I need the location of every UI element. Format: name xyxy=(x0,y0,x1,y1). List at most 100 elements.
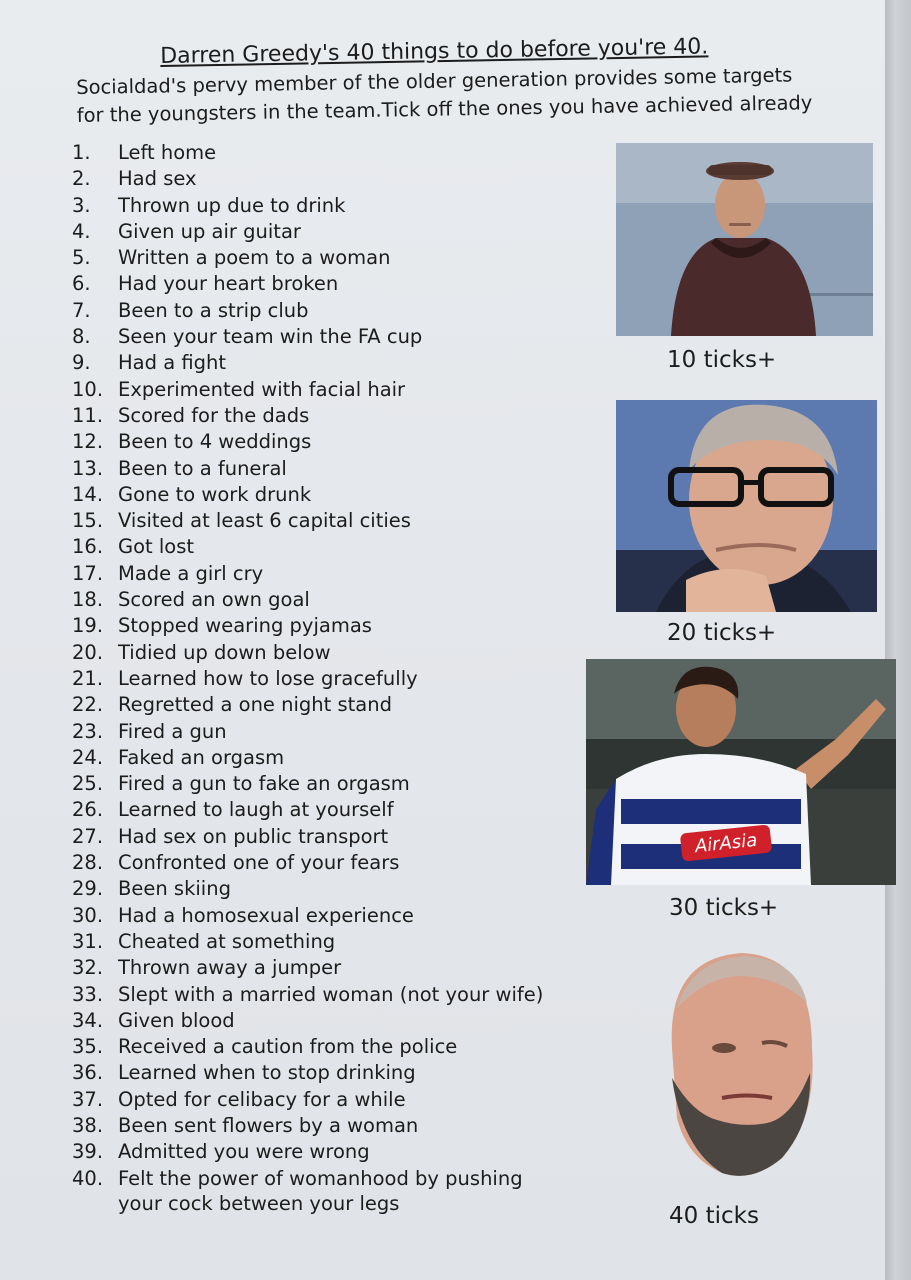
checklist-item: 9. Had a fight xyxy=(72,350,572,376)
item-number: 18. xyxy=(72,588,104,612)
item-text: Got lost xyxy=(118,535,195,559)
item-text: Faked an orgasm xyxy=(118,745,285,769)
checklist-item: 32. Thrown away a jumper xyxy=(72,955,572,981)
photo-10-ticks xyxy=(616,143,873,336)
checklist-item: 13. Been to a funeral xyxy=(72,456,572,482)
item-number: 23. xyxy=(72,719,104,743)
checklist-item: 6. Had your heart broken xyxy=(72,271,572,297)
item-number: 40. xyxy=(72,1166,104,1190)
item-text: Seen your team win the FA cup xyxy=(118,325,423,349)
item-text: Received a caution from the police xyxy=(118,1035,458,1059)
item-text: Tidied up down below xyxy=(118,640,331,664)
checklist-item: 15. Visited at least 6 capital cities xyxy=(72,508,572,534)
item-text: Been to a funeral xyxy=(118,456,287,480)
item-text: Been sent flowers by a woman xyxy=(118,1113,419,1137)
checklist-item: 24. Faked an orgasm xyxy=(72,745,572,771)
item-text: Fired a gun to fake an orgasm xyxy=(118,772,410,796)
checklist-item: 21. Learned how to lose gracefully xyxy=(72,666,572,692)
caption-10-ticks: 10 ticks+ xyxy=(667,347,777,373)
item-text: Made a girl cry xyxy=(118,561,264,585)
item-text: Confronted one of your fears xyxy=(118,851,400,875)
checklist-item: 33. Slept with a married woman (not your … xyxy=(72,982,572,1008)
checklist-item: 25. Fired a gun to fake an orgasm xyxy=(72,771,572,797)
item-text: Had sex on public transport xyxy=(118,824,389,848)
item-text: Written a poem to a woman xyxy=(118,246,391,270)
item-text: Scored an own goal xyxy=(118,588,310,612)
item-number: 14. xyxy=(72,482,104,506)
item-text: Regretted a one night stand xyxy=(118,693,392,717)
item-number: 9. xyxy=(72,351,91,375)
item-text: Been to a strip club xyxy=(118,298,309,322)
page-edge xyxy=(885,0,911,1280)
item-number: 26. xyxy=(72,798,104,822)
checklist-item: 11. Scored for the dads xyxy=(72,403,572,429)
item-text: Given up air guitar xyxy=(118,219,301,243)
checklist-item: 31. Cheated at something xyxy=(72,929,572,955)
item-text: Slept with a married woman (not your wif… xyxy=(118,982,544,1006)
checklist-item: 36. Learned when to stop drinking xyxy=(72,1060,572,1086)
item-number: 5. xyxy=(72,246,91,270)
caption-30-ticks: 30 ticks+ xyxy=(669,895,779,921)
checklist-item: 18. Scored an own goal xyxy=(72,587,572,613)
checklist-item: 2. Had sex xyxy=(72,166,572,192)
checklist-item: 3. Thrown up due to drink xyxy=(72,193,572,219)
item-text: Admitted you were wrong xyxy=(118,1140,370,1164)
checklist-item: 26. Learned to laugh at yourself xyxy=(72,797,572,823)
item-number: 25. xyxy=(72,772,104,796)
item-number: 11. xyxy=(72,403,104,427)
item-text: Felt the power of womanhood by pushing y… xyxy=(118,1166,523,1215)
checklist-item: 20. Tidied up down below xyxy=(72,640,572,666)
checklist-item: 40. Felt the power of womanhood by pushin… xyxy=(72,1166,572,1216)
item-number: 27. xyxy=(72,824,104,848)
checklist: 1. Left home 2. Had sex 3. Thrown up due to d… xyxy=(72,140,572,1216)
item-number: 8. xyxy=(72,325,91,349)
item-number: 38. xyxy=(72,1113,104,1137)
item-text: Gone to work drunk xyxy=(118,482,312,506)
item-text: Been skiing xyxy=(118,877,231,901)
checklist-item: 1. Left home xyxy=(72,140,572,166)
checklist-item: 35. Received a caution from the police xyxy=(72,1034,572,1060)
item-number: 10. xyxy=(72,377,104,401)
man-with-glasses-photo xyxy=(616,400,877,612)
photo-20-ticks xyxy=(616,400,877,612)
bearded-man-photo xyxy=(671,953,813,1176)
item-text: Given blood xyxy=(118,1008,235,1032)
item-number: 22. xyxy=(72,693,104,717)
item-number: 17. xyxy=(72,561,104,585)
item-text: Had sex xyxy=(118,167,197,191)
item-text: Had a fight xyxy=(118,351,227,375)
checklist-item: 39. Admitted you were wrong xyxy=(72,1139,572,1165)
checklist-item: 12. Been to 4 weddings xyxy=(72,429,572,455)
checklist-item: 10. Experimented with facial hair xyxy=(72,377,572,403)
item-text: Thrown up due to drink xyxy=(118,193,346,217)
man-in-cap-photo xyxy=(616,143,873,336)
item-number: 28. xyxy=(72,851,104,875)
item-number: 4. xyxy=(72,219,91,243)
checklist-item: 30. Had a homosexual experience xyxy=(72,903,572,929)
checklist-item: 14. Gone to work drunk xyxy=(72,482,572,508)
item-text: Had your heart broken xyxy=(118,272,339,296)
item-number: 6. xyxy=(72,272,91,296)
checklist-item: 17. Made a girl cry xyxy=(72,561,572,587)
item-text: Visited at least 6 capital cities xyxy=(118,509,411,533)
item-number: 20. xyxy=(72,640,104,664)
checklist-item: 38. Been sent flowers by a woman xyxy=(72,1113,572,1139)
photo-40-ticks xyxy=(652,948,820,1180)
item-number: 19. xyxy=(72,614,104,638)
item-number: 36. xyxy=(72,1061,104,1085)
item-number: 15. xyxy=(72,509,104,533)
checklist-item: 37. Opted for celibacy for a while xyxy=(72,1087,572,1113)
checklist-item: 28. Confronted one of your fears xyxy=(72,850,572,876)
checklist-item: 4. Given up air guitar xyxy=(72,219,572,245)
checklist-item: 19. Stopped wearing pyjamas xyxy=(72,613,572,639)
item-number: 21. xyxy=(72,666,104,690)
item-text: Learned when to stop drinking xyxy=(118,1061,416,1085)
item-text: Learned to laugh at yourself xyxy=(118,798,394,822)
item-text: Scored for the dads xyxy=(118,403,310,427)
item-text: Learned how to lose gracefully xyxy=(118,666,418,690)
item-text: Been to 4 weddings xyxy=(118,430,312,454)
checklist-item: 7. Been to a strip club xyxy=(72,298,572,324)
item-text: Cheated at something xyxy=(118,929,336,953)
item-number: 3. xyxy=(72,193,91,217)
item-number: 31. xyxy=(72,929,104,953)
